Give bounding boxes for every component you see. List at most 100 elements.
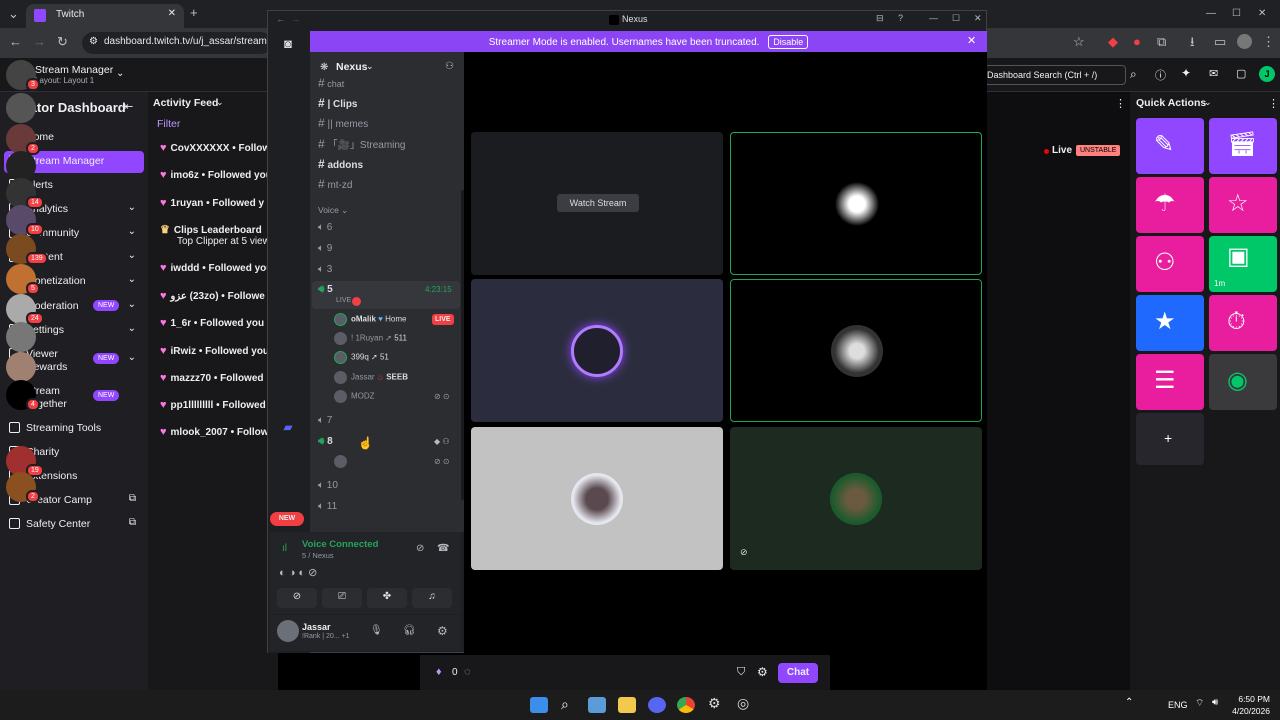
new-tab-icon[interactable]: +	[190, 6, 198, 20]
participant-tile[interactable]	[471, 427, 723, 570]
settings-taskbar-icon[interactable]: ⚙	[708, 695, 721, 712]
discord-forward-icon[interactable]: →	[291, 14, 300, 24]
invite-icon[interactable]: ⚇	[445, 61, 454, 72]
clock-date[interactable]: 4/20/2026	[1230, 706, 1270, 716]
feed-item[interactable]: ♥ iRwiz • Followed you	[160, 345, 270, 357]
feed-item[interactable]: ♥ pp1lllllllll • Followed	[160, 399, 270, 411]
file-explorer-icon[interactable]	[618, 697, 636, 713]
voice-user[interactable]: 399q ➚ 51	[334, 351, 389, 369]
extension-icon[interactable]: ◆	[1108, 35, 1118, 49]
forward-icon[interactable]: →	[33, 35, 46, 49]
chevron-down-icon[interactable]: ⌄	[128, 299, 136, 310]
split-view-icon[interactable]: ▭	[1214, 35, 1226, 49]
voice-user[interactable]: oMalik ♥ Home	[334, 313, 406, 331]
voice-user[interactable]: ! 1Ruyan ➚ 511	[334, 332, 407, 350]
user-avatar-discord[interactable]	[277, 620, 299, 642]
camera-off-icon[interactable]: ⊘	[277, 588, 317, 608]
layout-chevron-icon[interactable]: ⌄	[116, 68, 124, 79]
participant-tile[interactable]	[730, 279, 982, 422]
server-icon[interactable]: 24	[6, 294, 44, 325]
channel-mt-zd[interactable]: # mt-zd	[318, 177, 352, 191]
tab-close-icon[interactable]: ✕	[168, 8, 176, 19]
voice-user[interactable]: Jassar ♨ SEEB	[334, 371, 408, 389]
layout-tile[interactable]: ☰	[1136, 354, 1204, 410]
discord-minimize-icon[interactable]: —	[929, 13, 938, 23]
shield-icon[interactable]: ⛉	[737, 666, 745, 679]
server-icon[interactable]: 2	[6, 124, 40, 155]
feed-item[interactable]: ♥ imo6z • Followed you	[160, 169, 270, 181]
whispers-icon[interactable]: ▢	[1236, 67, 1246, 80]
channel-chat-invite-icons[interactable]: ◆ ⚇	[434, 437, 450, 446]
help-icon[interactable]: ⓘ	[1155, 67, 1166, 83]
voice-channel-6[interactable]: 🔈︎ 6	[318, 222, 332, 233]
quick-actions-menu-icon[interactable]: ⋮	[1268, 97, 1279, 110]
discord-home-icon[interactable]: ◙	[277, 36, 299, 52]
feed-item[interactable]: ♥ 1_6r • Followed you	[160, 317, 270, 329]
voice-channel-11[interactable]: 🔈︎ 11	[318, 501, 337, 512]
noise-suppression-icon[interactable]: ⊘	[416, 543, 424, 554]
chevron-down-icon[interactable]: ⌄	[128, 250, 136, 261]
user-settings-icon[interactable]: ⚙	[437, 624, 448, 638]
channel-streaming[interactable]: # 「🎥」Streaming	[318, 136, 406, 151]
extensions-puzzle-icon[interactable]: ⧉	[1157, 35, 1166, 49]
add-moderator-tile[interactable]: ⚇	[1136, 236, 1204, 292]
voice-channel-7[interactable]: 🔈︎ 7	[318, 415, 332, 426]
panel-menu-icon[interactable]: ⋮	[1115, 97, 1126, 110]
voice-user[interactable]	[334, 455, 351, 473]
disconnect-icon[interactable]: ☎	[437, 543, 449, 554]
participant-tile[interactable]	[730, 132, 982, 275]
maximize-icon[interactable]: ☐	[1232, 7, 1241, 21]
soundboard-icon[interactable]: ♫	[412, 588, 452, 608]
microphone-icon[interactable]: 🎙︎	[370, 625, 383, 636]
dashboard-search-input[interactable]: Dashboard Search (Ctrl + /)	[984, 65, 1126, 85]
user-avatar[interactable]: J	[1259, 66, 1275, 82]
server-icon[interactable]	[6, 93, 36, 123]
inbox-icon[interactable]: ✉	[1209, 67, 1218, 80]
close-window-icon[interactable]: ✕	[1258, 7, 1266, 21]
discord-taskbar-icon[interactable]	[648, 697, 666, 713]
stream-tile[interactable]: Watch Stream	[471, 132, 723, 275]
store-icon[interactable]	[588, 697, 606, 713]
chevron-down-icon[interactable]: ⌄	[128, 352, 136, 363]
inbox-tray-icon[interactable]: ⊟	[876, 13, 884, 24]
chrome-menu-icon[interactable]: ⋮	[1262, 35, 1275, 49]
server-name[interactable]: Nexus	[336, 61, 368, 73]
server-icon[interactable]	[6, 322, 36, 352]
profile-avatar[interactable]	[1237, 34, 1252, 49]
edit-stream-info-tile[interactable]: ✎	[1136, 118, 1204, 174]
server-chevron-icon[interactable]: ⌄	[366, 61, 374, 72]
channel-addons[interactable]: # addons	[318, 157, 363, 171]
banner-close-icon[interactable]: ✕	[967, 34, 976, 47]
chevron-down-icon[interactable]: ⌄	[128, 274, 136, 285]
downloads-icon[interactable]: ⭳	[1190, 35, 1195, 49]
discord-help-icon[interactable]: ?	[898, 13, 903, 23]
feed-item[interactable]: ♥ mlook_2007 • Followe	[160, 426, 270, 438]
activities-icon[interactable]: ✤	[367, 588, 407, 608]
external-link-icon[interactable]: ⧉	[129, 493, 136, 504]
clip-tile[interactable]: 🎬︎	[1209, 118, 1277, 174]
participant-tile[interactable]: ⊘	[730, 427, 982, 570]
feed-item[interactable]: ♛ Clips Leaderboard	[160, 223, 270, 236]
browser-tab[interactable]: Twitch ✕	[26, 4, 184, 28]
server-icon[interactable]: 139	[6, 234, 48, 265]
folder-icon[interactable]: ▰	[277, 420, 299, 436]
stream-marker-tile[interactable]: ⏱	[1209, 295, 1277, 351]
wifi-icon[interactable]: ⌔	[1195, 697, 1204, 710]
address-bar[interactable]: ⚙ dashboard.twitch.tv/u/j_assar/stream-m	[82, 32, 272, 54]
shoutout-tile[interactable]: ☆	[1209, 177, 1277, 233]
server-icon[interactable]	[6, 151, 36, 181]
feed-item[interactable]: ♥ عزو (23zo) • Followe	[160, 290, 270, 302]
featured-tile[interactable]: ★	[1136, 295, 1204, 351]
watch-stream-button[interactable]: Watch Stream	[557, 194, 639, 212]
sparkle-icon[interactable]: ✦	[1181, 66, 1191, 80]
server-icon[interactable]: 14	[6, 178, 44, 209]
nav-item-safety-center[interactable]: Safety Center ⧉	[0, 514, 148, 536]
feed-item[interactable]: ♥ iwddd • Followed you	[160, 262, 270, 274]
taskbar-search-icon[interactable]: ⌕	[561, 696, 569, 713]
chat-button[interactable]: Chat	[778, 663, 818, 683]
channel-memes[interactable]: # || memes	[318, 116, 368, 130]
headphones-icon[interactable]: 🎧︎	[403, 625, 416, 636]
voice-location[interactable]: 5 / Nexus	[302, 551, 334, 560]
nav-item-streaming-tools[interactable]: Streaming Tools	[0, 418, 148, 440]
feed-item[interactable]: ♥ 1ruyan • Followed y	[160, 197, 270, 209]
